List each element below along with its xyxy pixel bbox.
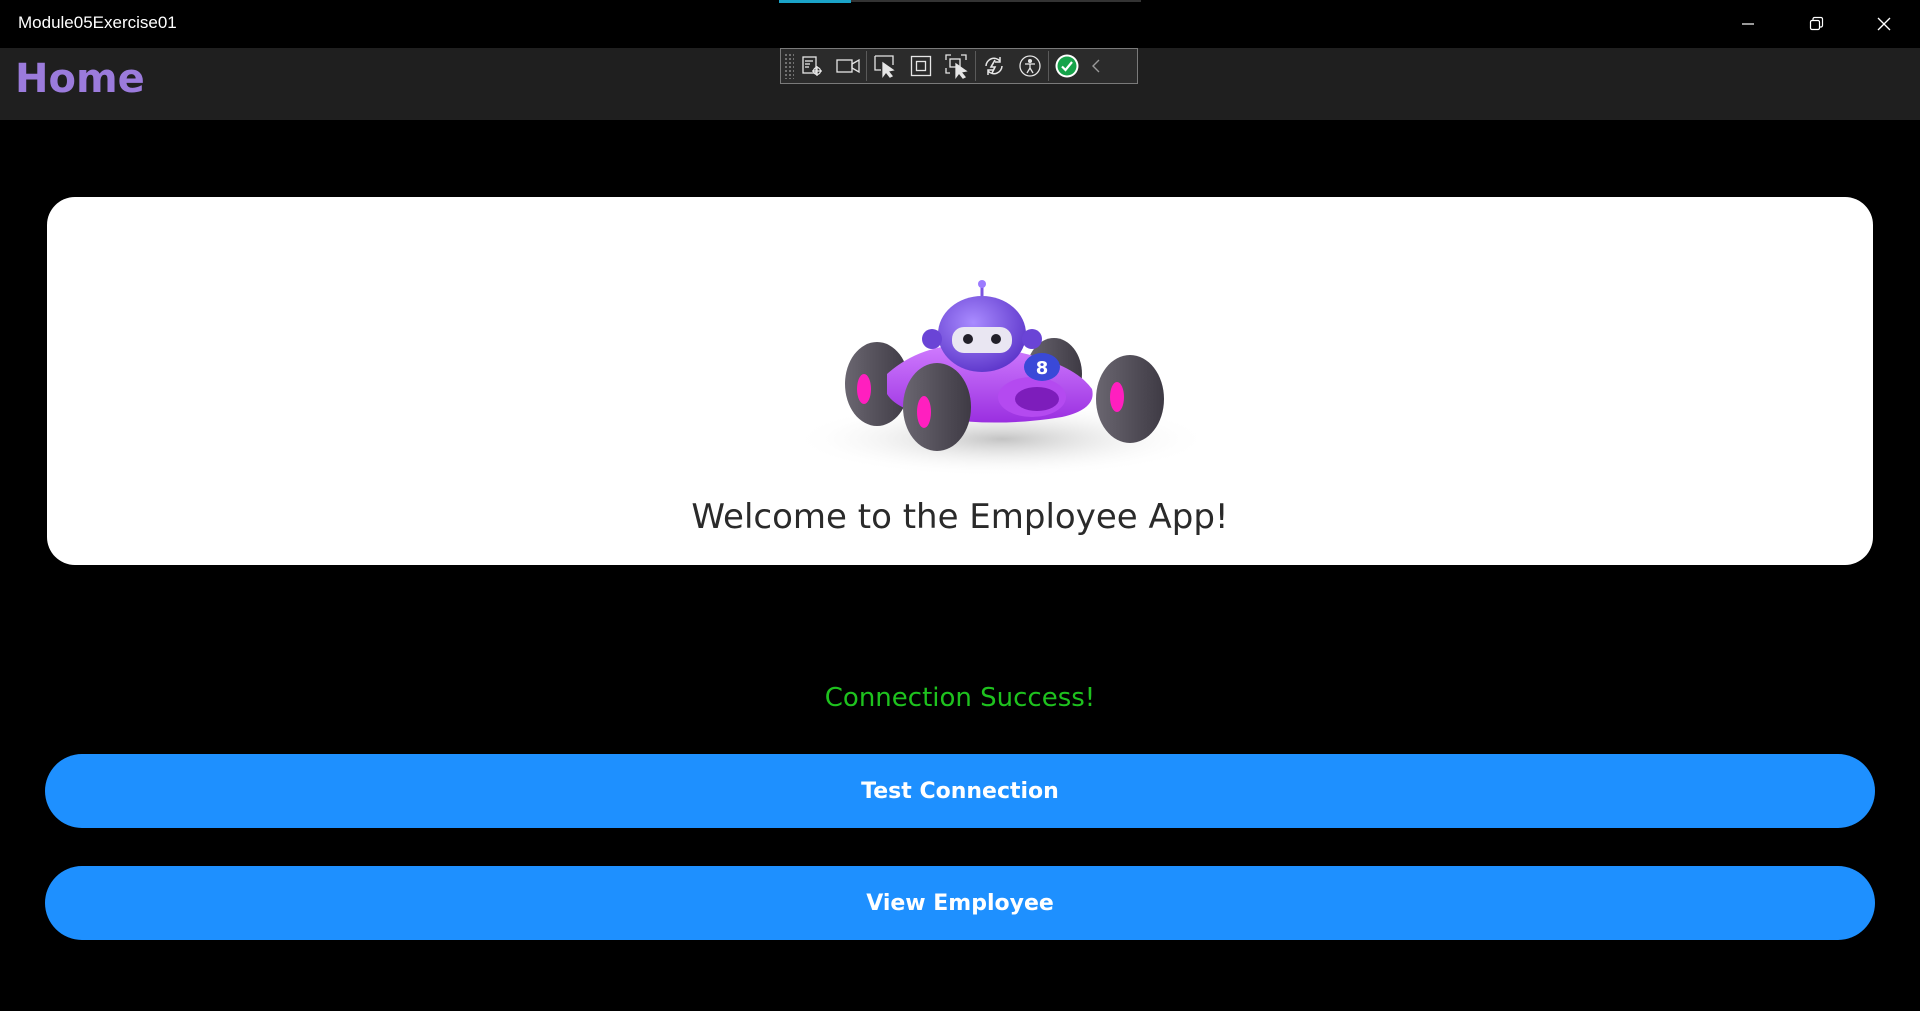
window-title: Module05Exercise01 <box>18 13 177 32</box>
binding-failures-button[interactable] <box>1049 50 1085 82</box>
record-icon <box>836 58 860 74</box>
test-connection-button[interactable]: Test Connection <box>45 754 1875 828</box>
hot-reload-icon <box>985 57 1003 75</box>
display-layout-adorners-button[interactable] <box>903 50 939 82</box>
record-button[interactable] <box>830 50 866 82</box>
window-titlebar: Module05Exercise01 <box>0 0 1920 48</box>
titlebar-divider <box>851 0 1141 2</box>
close-icon <box>1877 17 1891 31</box>
hot-reload-button[interactable] <box>976 50 1012 82</box>
minimize-icon <box>1742 23 1754 25</box>
connection-status-label: Connection Success! <box>824 683 1096 713</box>
collapse-chevron-icon <box>1092 59 1100 73</box>
accessibility-checker-button[interactable] <box>1012 50 1048 82</box>
restore-icon <box>1809 16 1824 31</box>
binding-failures-check-icon <box>1055 54 1079 78</box>
svg-text:8: 8 <box>1036 358 1049 379</box>
page-title: Home <box>15 56 145 102</box>
display-layout-adorners-icon <box>910 55 932 77</box>
titlebar-accent-line <box>779 0 851 3</box>
select-element-button[interactable] <box>867 50 903 82</box>
welcome-heading: Welcome to the Employee App! <box>691 497 1229 537</box>
collapse-toolbar-button[interactable] <box>1085 50 1107 82</box>
track-focused-element-button[interactable] <box>939 50 975 82</box>
minimize-button[interactable] <box>1714 0 1782 48</box>
live-visual-tree-button[interactable] <box>794 50 830 82</box>
restore-button[interactable] <box>1782 0 1850 48</box>
race-car-bot-illustration: 8 <box>792 280 1212 477</box>
xaml-debug-toolbar <box>780 48 1138 84</box>
navigation-bar: Home <box>0 48 1920 120</box>
welcome-card: 8 Welcome to the Employee App! <box>47 197 1873 565</box>
close-button[interactable] <box>1850 0 1918 48</box>
view-employee-button[interactable]: View Employee <box>45 866 1875 940</box>
track-focused-element-icon <box>945 54 968 79</box>
accessibility-icon <box>1019 55 1041 77</box>
toolbar-grip-handle[interactable] <box>784 53 794 79</box>
select-element-icon <box>874 55 895 78</box>
live-visual-tree-icon <box>802 56 822 76</box>
